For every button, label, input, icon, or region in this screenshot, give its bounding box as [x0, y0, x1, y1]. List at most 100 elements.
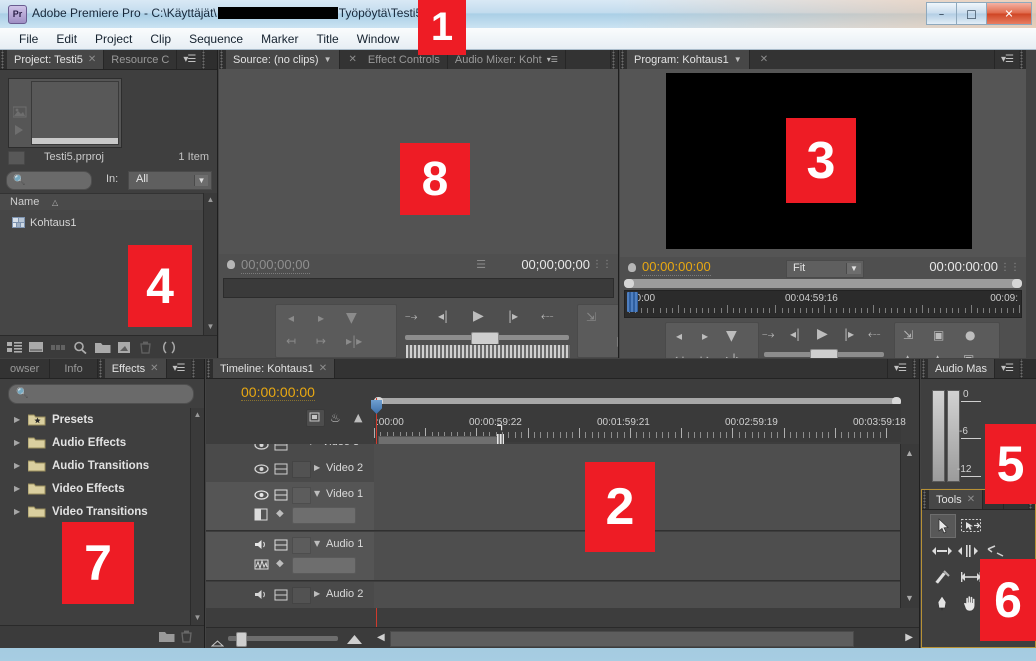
maximize-button[interactable]: □: [956, 2, 986, 25]
panel-menu-icon[interactable]: ▾☰: [177, 50, 202, 69]
tab-source[interactable]: Source: (no clips) ▼: [226, 50, 340, 69]
track-header[interactable]: ▼ Audio 1 ◆: [206, 532, 375, 580]
step-back-icon[interactable]: ◂|: [790, 327, 800, 341]
track-header[interactable]: ▶ Video 2: [206, 456, 375, 482]
add-marker-icon[interactable]: ▲: [354, 411, 362, 424]
delete-icon[interactable]: [180, 630, 195, 643]
track-content[interactable]: [374, 582, 901, 608]
track-lock-slot[interactable]: [292, 487, 311, 504]
menu-clip[interactable]: Clip: [141, 30, 180, 48]
effects-vertical-scrollbar[interactable]: ▲ ▼: [190, 408, 204, 626]
timeline-horizontal-scrollbar[interactable]: ◀ ▶: [374, 627, 919, 648]
panel-menu-icon[interactable]: ▾☰: [166, 359, 191, 378]
trim-icon[interactable]: ▣: [963, 352, 974, 358]
effects-search-input[interactable]: 🔍: [8, 384, 194, 404]
razor-tool[interactable]: [930, 566, 954, 588]
chevron-right-icon[interactable]: ▶: [14, 484, 20, 493]
preview-play-icon[interactable]: [13, 123, 27, 135]
export-frame-icon[interactable]: ⇲: [586, 310, 596, 324]
close-icon[interactable]: ✕: [967, 494, 975, 505]
scroll-down-icon[interactable]: ▼: [903, 593, 916, 604]
panel-menu-icon[interactable]: ▾☰: [995, 50, 1019, 69]
bin-item-kohtaus1[interactable]: Kohtaus1: [30, 217, 76, 229]
export-frame-icon[interactable]: ⇲: [903, 328, 913, 342]
source-scrub-bar[interactable]: [223, 278, 614, 298]
panel-grip-icon[interactable]: [97, 359, 105, 378]
mark-in-icon[interactable]: ◂: [288, 311, 294, 325]
effects-row-presets[interactable]: ▶ Presets: [0, 408, 191, 431]
tab-audio-master-meters[interactable]: Audio Mas: [928, 359, 995, 378]
find-icon[interactable]: [73, 341, 88, 354]
chevron-down-icon[interactable]: ▼: [734, 55, 742, 64]
new-custom-bin-icon[interactable]: [159, 630, 175, 643]
track-audio-1[interactable]: ▼ Audio 1 ◆: [206, 532, 919, 581]
track-header[interactable]: ▶ Video 3: [206, 444, 375, 456]
play-icon[interactable]: ▶: [473, 308, 484, 324]
source-duration-timecode[interactable]: 00;00;00;00: [521, 257, 590, 272]
out-point-bracket-icon[interactable]: ⌝: [496, 422, 504, 441]
source-current-timecode[interactable]: 00;00;00;00: [241, 257, 310, 274]
panel-grip-icon[interactable]: [206, 359, 213, 378]
timeline-timecode[interactable]: 00:00:00:00: [241, 384, 315, 401]
menu-window[interactable]: Window: [348, 30, 409, 48]
eye-icon[interactable]: [254, 488, 269, 501]
track-header[interactable]: ▶ Audio 2: [206, 582, 375, 608]
sync-lock-icon[interactable]: [274, 462, 289, 475]
panel-grip-icon[interactable]: [620, 50, 627, 69]
tab-program-close[interactable]: ✕: [749, 50, 774, 69]
track-opacity-dropdown[interactable]: [292, 507, 356, 524]
sync-lock-icon[interactable]: [274, 538, 289, 551]
source-fit-icon[interactable]: ⋮⋮: [592, 259, 612, 270]
go-to-previous-marker-icon[interactable]: ⤍: [762, 327, 774, 342]
add-marker-icon[interactable]: ▼: [726, 328, 737, 344]
automate-to-sequence-icon[interactable]: [51, 341, 66, 354]
panel-grip-right-icon[interactable]: [611, 50, 618, 69]
panel-grip-icon[interactable]: [921, 359, 928, 378]
scroll-down-icon[interactable]: ▼: [205, 322, 216, 333]
snap-toggle-button[interactable]: [306, 409, 325, 427]
program-fit-icon[interactable]: ⋮⋮: [1000, 262, 1020, 273]
sync-lock-icon[interactable]: [274, 488, 289, 501]
go-to-out-icon[interactable]: ↦: [700, 352, 710, 358]
list-view-icon[interactable]: [7, 341, 22, 354]
zoom-slider-knob[interactable]: [236, 632, 247, 647]
step-forward-to-out-icon[interactable]: ⤎: [541, 309, 553, 324]
panel-grip-right-icon[interactable]: [1018, 359, 1026, 378]
source-settings-icon[interactable]: ☰: [476, 258, 486, 271]
go-to-out-icon[interactable]: ↦: [316, 334, 326, 348]
eye-icon[interactable]: [254, 462, 269, 475]
play-in-to-out-icon[interactable]: ▸|▸: [346, 334, 362, 348]
panel-menu-icon[interactable]: ▾☰: [994, 359, 1019, 378]
go-to-in-icon[interactable]: ↤: [286, 334, 296, 348]
track-lock-slot[interactable]: [292, 587, 311, 604]
add-marker-icon[interactable]: ▼: [346, 310, 357, 326]
scroll-up-icon[interactable]: ▲: [192, 410, 203, 421]
program-zoom-select[interactable]: Fit ▼: [786, 260, 864, 278]
pen-tool[interactable]: [930, 592, 954, 614]
scroll-right-icon[interactable]: ▶: [905, 632, 913, 643]
extract-icon[interactable]: ▲: [933, 352, 942, 358]
project-search-input[interactable]: 🔍: [6, 171, 92, 190]
lift-icon[interactable]: ▲: [903, 352, 912, 358]
menu-project[interactable]: Project: [86, 30, 141, 48]
chevron-right-icon[interactable]: ▶: [310, 444, 316, 446]
go-to-next-marker-icon[interactable]: ⤎: [868, 327, 880, 342]
step-forward-icon[interactable]: |▸: [844, 327, 854, 341]
track-lock-slot[interactable]: [292, 461, 311, 478]
tab-program[interactable]: Program: Kohtaus1 ▼: [627, 50, 750, 69]
panel-grip-right-icon[interactable]: [190, 359, 198, 378]
track-video-2[interactable]: ▶ Video 2: [206, 456, 919, 483]
step-back-to-in-icon[interactable]: ⤍: [405, 309, 417, 324]
program-playhead-icon[interactable]: [627, 292, 638, 312]
timeline-vertical-scrollbar[interactable]: ▲ ▼: [900, 444, 919, 608]
close-icon[interactable]: ✕: [319, 363, 327, 374]
panel-grip-icon[interactable]: [219, 50, 226, 69]
chevron-right-icon[interactable]: ▶: [14, 507, 20, 516]
close-icon[interactable]: ✕: [150, 363, 158, 374]
output-icon[interactable]: ●: [965, 328, 975, 342]
keyframe-icon[interactable]: ◆: [276, 508, 284, 519]
speaker-icon[interactable]: [254, 588, 269, 601]
menu-title[interactable]: Title: [307, 30, 347, 48]
new-bin-icon[interactable]: [95, 341, 111, 354]
chevron-right-icon[interactable]: ▶: [14, 461, 20, 470]
